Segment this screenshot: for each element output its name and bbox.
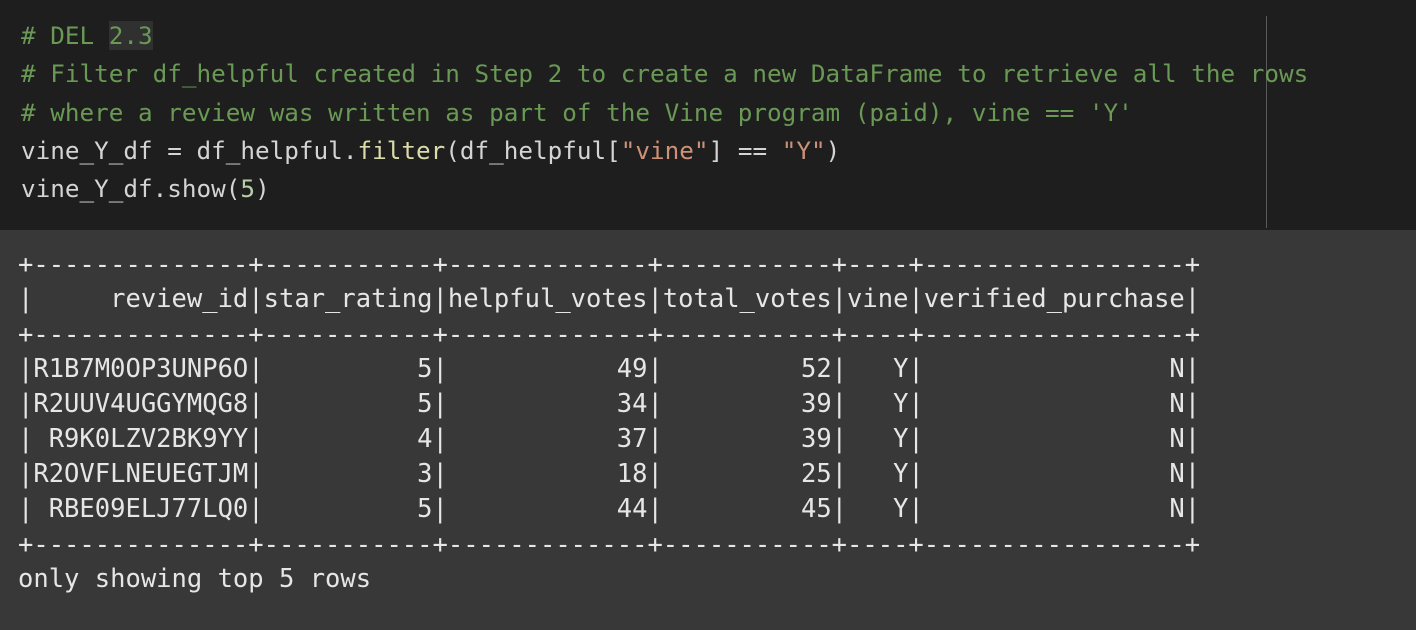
output-footer: only showing top 5 rows: [18, 564, 372, 594]
comment-highlight: 2.3: [108, 21, 153, 50]
code-token: vine_Y_df = df_helpful.: [21, 136, 358, 165]
table-row: |R2OVFLNEUEGTJM| 3| 18| 25| Y| N|: [18, 459, 1201, 489]
table-row: | R9K0LZV2BK9YY| 4| 37| 39| Y| N|: [18, 424, 1201, 454]
code-line-3: # where a review was written as part of …: [21, 98, 1133, 127]
code-token: ): [255, 174, 270, 203]
cell-output: +--------------+-----------+------------…: [0, 230, 1416, 630]
code-line-5: vine_Y_df.show(5): [21, 170, 270, 208]
table-header-row: | review_id|star_rating|helpful_votes|to…: [18, 284, 1201, 314]
code-token: (df_helpful[: [445, 136, 621, 165]
code-token-function: filter: [357, 136, 446, 165]
code-line-2: # Filter df_helpful created in Step 2 to…: [21, 59, 1309, 88]
code-cell-input[interactable]: # DEL 2.3 # Filter df_helpful created in…: [0, 0, 1416, 230]
code-token-number: 5: [240, 174, 256, 203]
table-row: |R2UUV4UGGYMQG8| 5| 34| 39| Y| N|: [18, 389, 1201, 419]
table-border-top: +--------------+-----------+------------…: [18, 250, 1201, 280]
table-border-mid: +--------------+-----------+------------…: [18, 320, 1201, 350]
code-line-1: # DEL 2.3: [21, 17, 153, 55]
table-row: | RBE09ELJ77LQ0| 5| 44| 45| Y| N|: [18, 494, 1201, 524]
code-line-4: vine_Y_df = df_helpful.filter(df_helpful…: [21, 132, 840, 170]
code-token: ): [825, 136, 841, 165]
code-token: ] ==: [708, 136, 782, 165]
editor-ruler-line: [1266, 16, 1267, 228]
code-token: vine_Y_df.show(: [21, 174, 241, 203]
table-border-bottom: +--------------+-----------+------------…: [18, 530, 1201, 560]
code-token-string: "Y": [781, 136, 826, 165]
comment-prefix: # DEL: [21, 21, 109, 50]
table-row: |R1B7M0OP3UNP6O| 5| 49| 52| Y| N|: [18, 354, 1201, 384]
code-token-string: "vine": [620, 136, 709, 165]
